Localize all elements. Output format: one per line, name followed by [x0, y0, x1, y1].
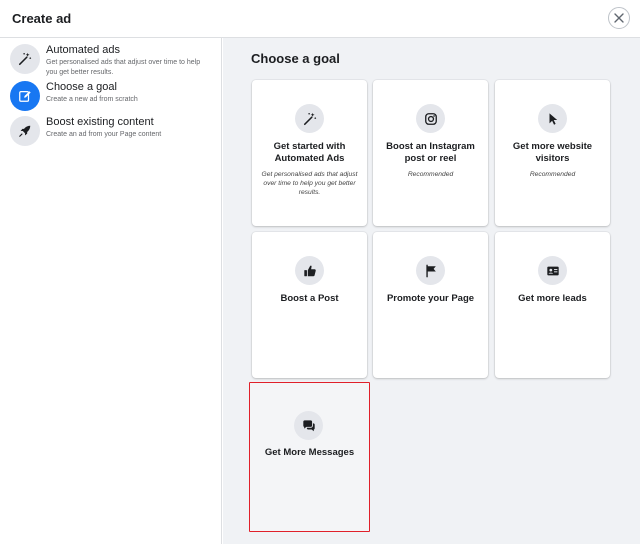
- dialog-header: Create ad: [0, 0, 640, 38]
- sidebar-item-title: Automated ads: [46, 44, 120, 56]
- thumbs-up-icon: [295, 256, 324, 285]
- goal-card-leads[interactable]: Get more leads: [495, 232, 610, 378]
- sidebar-item-automated-ads[interactable]: Automated ads Get personalised ads that …: [10, 44, 215, 76]
- chat-bubbles-icon: [294, 411, 323, 440]
- close-button[interactable]: [608, 7, 630, 29]
- sidebar-item-description: Create a new ad from scratch: [46, 96, 138, 103]
- goal-card-promote-page[interactable]: Promote your Page: [373, 232, 488, 378]
- flag-icon: [416, 256, 445, 285]
- goal-card-website-visitors[interactable]: Get more website visitors Recommended: [495, 80, 610, 226]
- goal-card-title: Get started with Automated Ads: [273, 141, 346, 164]
- sidebar-item-choose-goal[interactable]: Choose a goal Create a new ad from scrat…: [10, 81, 215, 113]
- goal-card-messages[interactable]: Get More Messages: [249, 382, 370, 532]
- goal-card-automated-ads[interactable]: Get started with Automated Ads Get perso…: [252, 80, 367, 226]
- sidebar-item-description: Get personalised ads that adjust over ti…: [46, 59, 201, 76]
- goal-card-title: Boost a Post: [280, 293, 339, 304]
- instagram-icon: [416, 104, 445, 133]
- rocket-icon: [10, 116, 40, 146]
- magic-wand-icon: [295, 104, 324, 133]
- sidebar-item-description: Create an ad from your Page content: [46, 131, 162, 138]
- edit-pencil-icon: [10, 81, 40, 111]
- goal-card-instagram[interactable]: Boost an Instagram post or reel Recommen…: [373, 80, 488, 226]
- sidebar-item-boost-content[interactable]: Boost existing content Create an ad from…: [10, 116, 215, 148]
- goal-card-title: Get more website visitors: [512, 141, 593, 164]
- sidebar-item-title: Choose a goal: [46, 81, 117, 93]
- goal-card-description: Recommended: [407, 171, 454, 178]
- goal-card-description: Recommended: [529, 171, 576, 178]
- goal-card-description: Get personalised ads that adjust over ti…: [261, 171, 358, 196]
- page-title: Choose a goal: [251, 51, 340, 66]
- goal-card-boost-post[interactable]: Boost a Post: [252, 232, 367, 378]
- goal-card-title: Get More Messages: [264, 447, 355, 458]
- goal-card-title: Get more leads: [518, 293, 587, 304]
- sidebar: Automated ads Get personalised ads that …: [0, 38, 222, 544]
- sidebar-item-title: Boost existing content: [46, 116, 154, 128]
- dialog-title: Create ad: [12, 11, 72, 26]
- goal-card-title: Promote your Page: [386, 293, 475, 304]
- goal-panel: Choose a goal Get started with Automated…: [223, 38, 640, 544]
- goal-card-title: Boost an Instagram post or reel: [386, 141, 475, 164]
- cursor-icon: [538, 104, 567, 133]
- close-icon: [614, 13, 624, 23]
- contact-card-icon: [538, 256, 567, 285]
- magic-wand-icon: [10, 44, 40, 74]
